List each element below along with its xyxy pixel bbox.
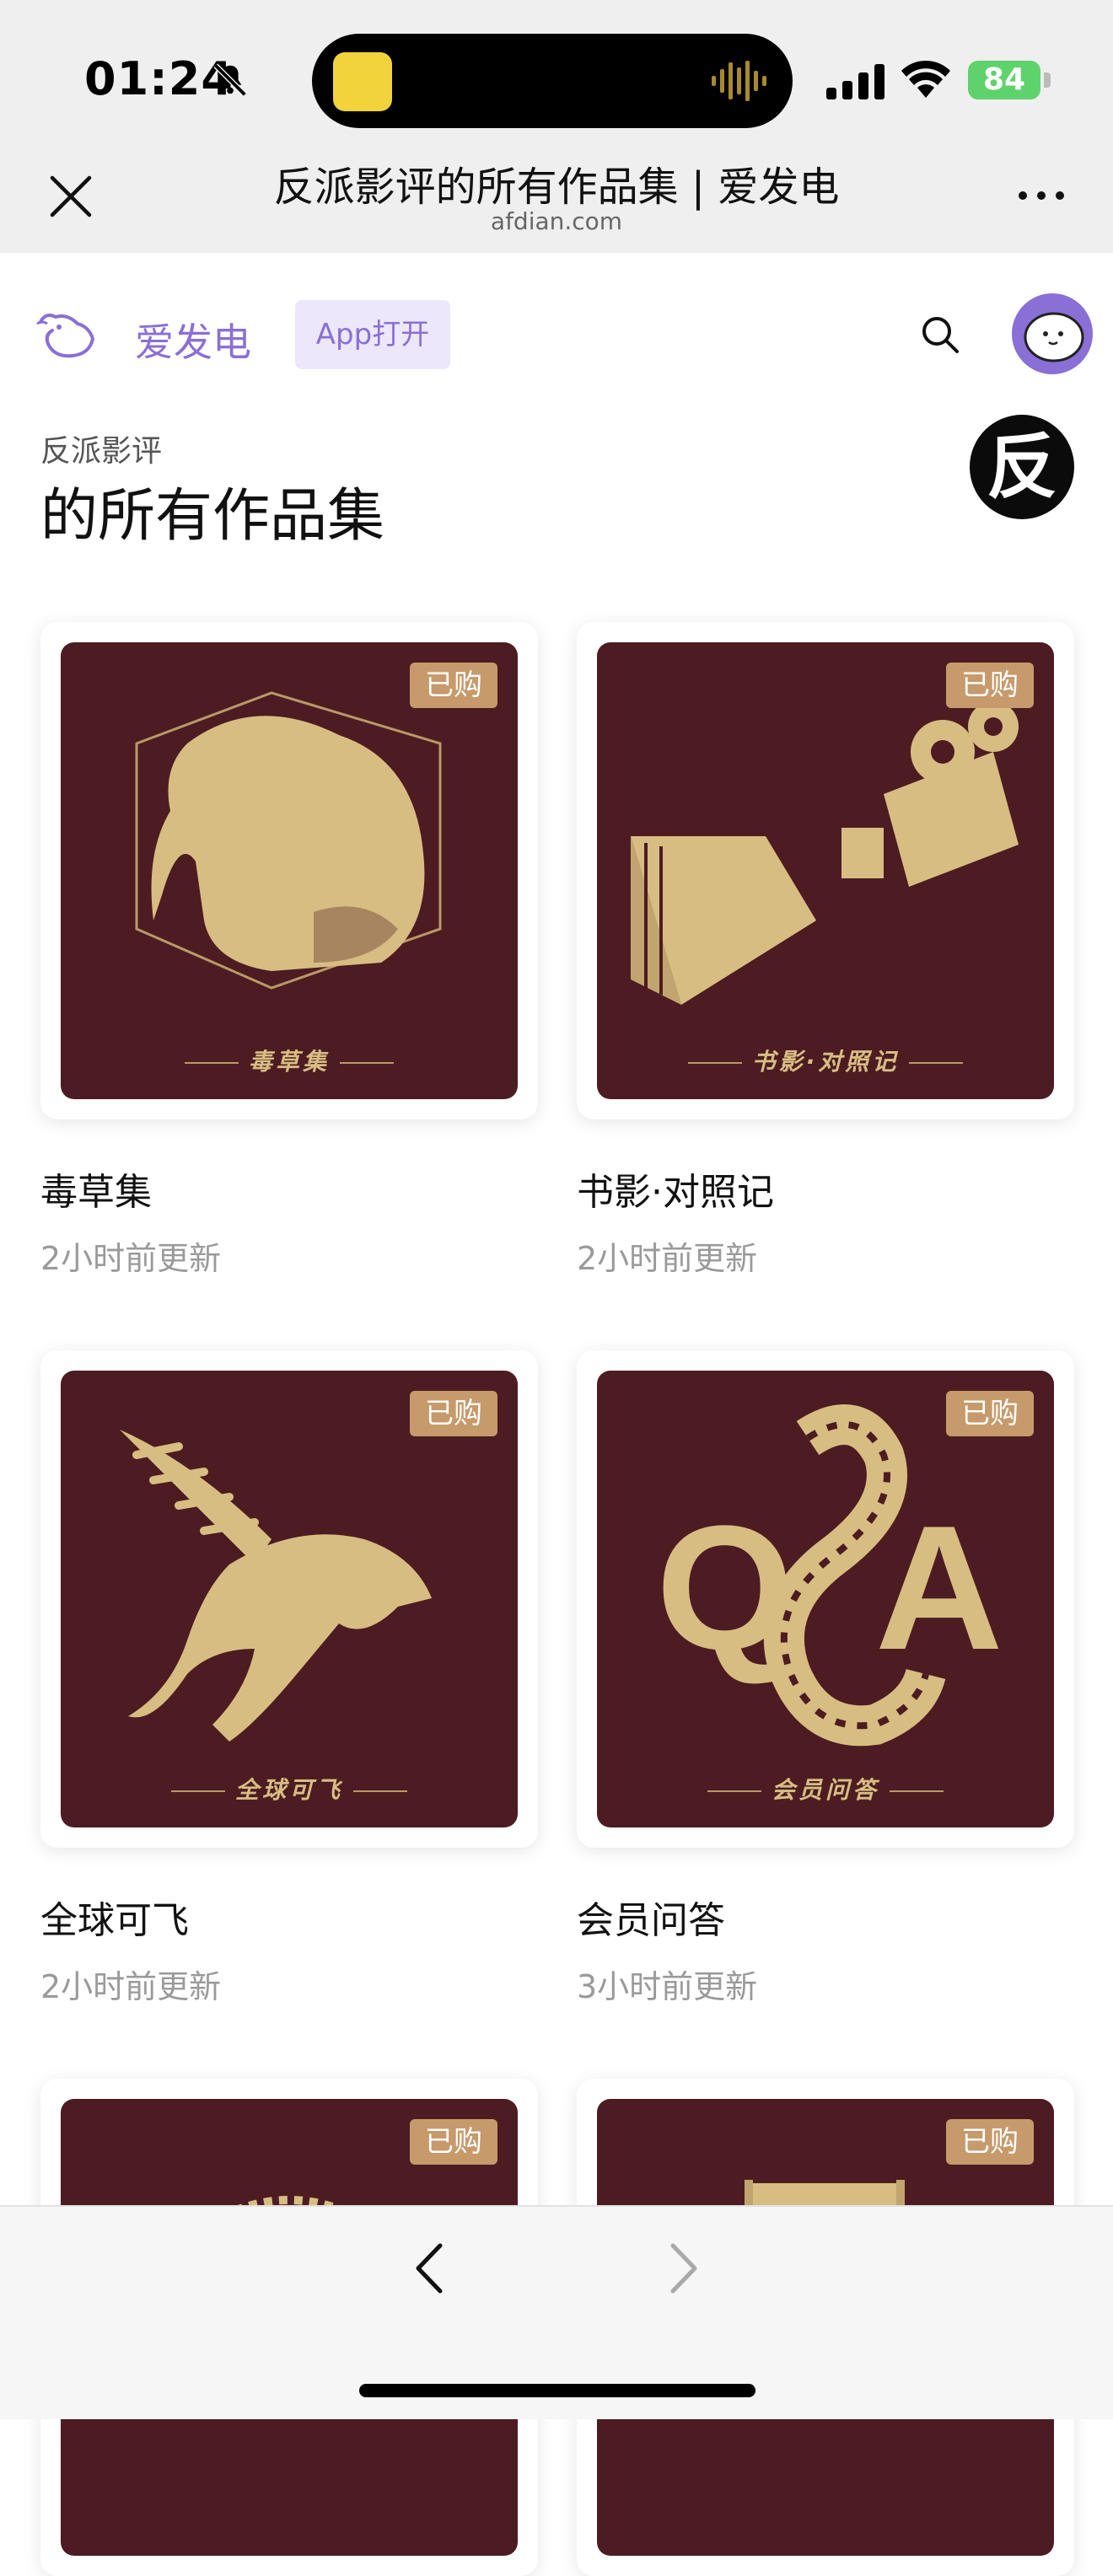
user-avatar[interactable] — [1012, 293, 1093, 374]
avatar-face-icon — [1024, 312, 1084, 362]
bell-muted-icon — [213, 63, 247, 97]
purchased-badge: 已购 — [946, 1391, 1034, 1436]
battery-indicator: 84 — [968, 61, 1040, 99]
collection-updated: 2小时前更新 — [40, 1240, 222, 1277]
winged-lion-illustration — [120, 1430, 432, 1741]
open-in-app-button[interactable]: App打开 — [295, 300, 450, 369]
close-icon[interactable] — [47, 173, 94, 220]
wifi-icon — [901, 60, 950, 98]
home-indicator — [359, 2384, 755, 2397]
cover-caption: 书影·对照记 — [597, 1044, 1054, 1077]
brand-name[interactable]: 爱发电 — [135, 312, 251, 368]
collection-cover: 已购 毒草集 — [61, 642, 518, 1099]
battery-tip — [1044, 72, 1051, 88]
afdian-logo-icon[interactable] — [34, 305, 98, 364]
page-title: 的所有作品集 — [40, 483, 385, 550]
more-options-icon[interactable] — [1016, 187, 1067, 204]
book-projector-illustration — [631, 701, 1019, 1005]
purchased-badge: 已购 — [946, 663, 1034, 708]
back-arrow-icon[interactable] — [405, 2239, 455, 2298]
collection-card[interactable]: 已购 书影·对照记 — [577, 622, 1074, 1119]
qa-filmstrip-illustration: Q A — [656, 1404, 1003, 1747]
collection-card[interactable]: Q A 已购 会员问答 — [577, 1350, 1074, 1848]
collection-title[interactable]: 毒草集 — [40, 1162, 152, 1216]
audio-wave-icon — [712, 61, 766, 101]
cover-caption: 全球可飞 — [61, 1772, 518, 1806]
purchased-badge: 已购 — [410, 1391, 497, 1436]
collection-cover: Q A 已购 会员问答 — [597, 1371, 1054, 1827]
author-avatar[interactable]: 反 — [970, 415, 1074, 519]
browser-page-title: 反派影评的所有作品集 | 爱发电 — [273, 164, 840, 211]
collection-updated: 2小时前更新 — [577, 1240, 758, 1277]
purchased-badge: 已购 — [946, 2119, 1034, 2165]
dynamic-island — [312, 34, 793, 128]
cover-caption: 会员问答 — [597, 1772, 1054, 1806]
purchased-badge: 已购 — [410, 663, 497, 708]
collection-cover: 已购 全球可飞 — [61, 1371, 518, 1827]
forward-arrow-icon[interactable] — [658, 2239, 708, 2298]
author-name[interactable]: 反派影评 — [40, 427, 162, 470]
collection-card[interactable]: 已购 毒草集 — [40, 622, 538, 1119]
elephant-illustration — [135, 691, 442, 990]
collection-card[interactable]: 已购 全球可飞 — [40, 1350, 538, 1848]
collection-cover: 已购 书影·对照记 — [597, 642, 1054, 1099]
collection-title[interactable]: 书影·对照记 — [577, 1162, 774, 1216]
app-activity-icon — [333, 52, 392, 111]
collection-updated: 3小时前更新 — [577, 1968, 758, 2005]
cover-caption: 毒草集 — [61, 1044, 518, 1077]
search-icon[interactable] — [919, 314, 961, 356]
browser-domain: afdian.com — [490, 207, 623, 235]
collection-title[interactable]: 会员问答 — [577, 1890, 725, 1944]
collection-updated: 2小时前更新 — [40, 1968, 222, 2005]
collection-title[interactable]: 全球可飞 — [40, 1890, 189, 1944]
signal-icon — [826, 64, 884, 99]
purchased-badge: 已购 — [410, 2119, 497, 2165]
